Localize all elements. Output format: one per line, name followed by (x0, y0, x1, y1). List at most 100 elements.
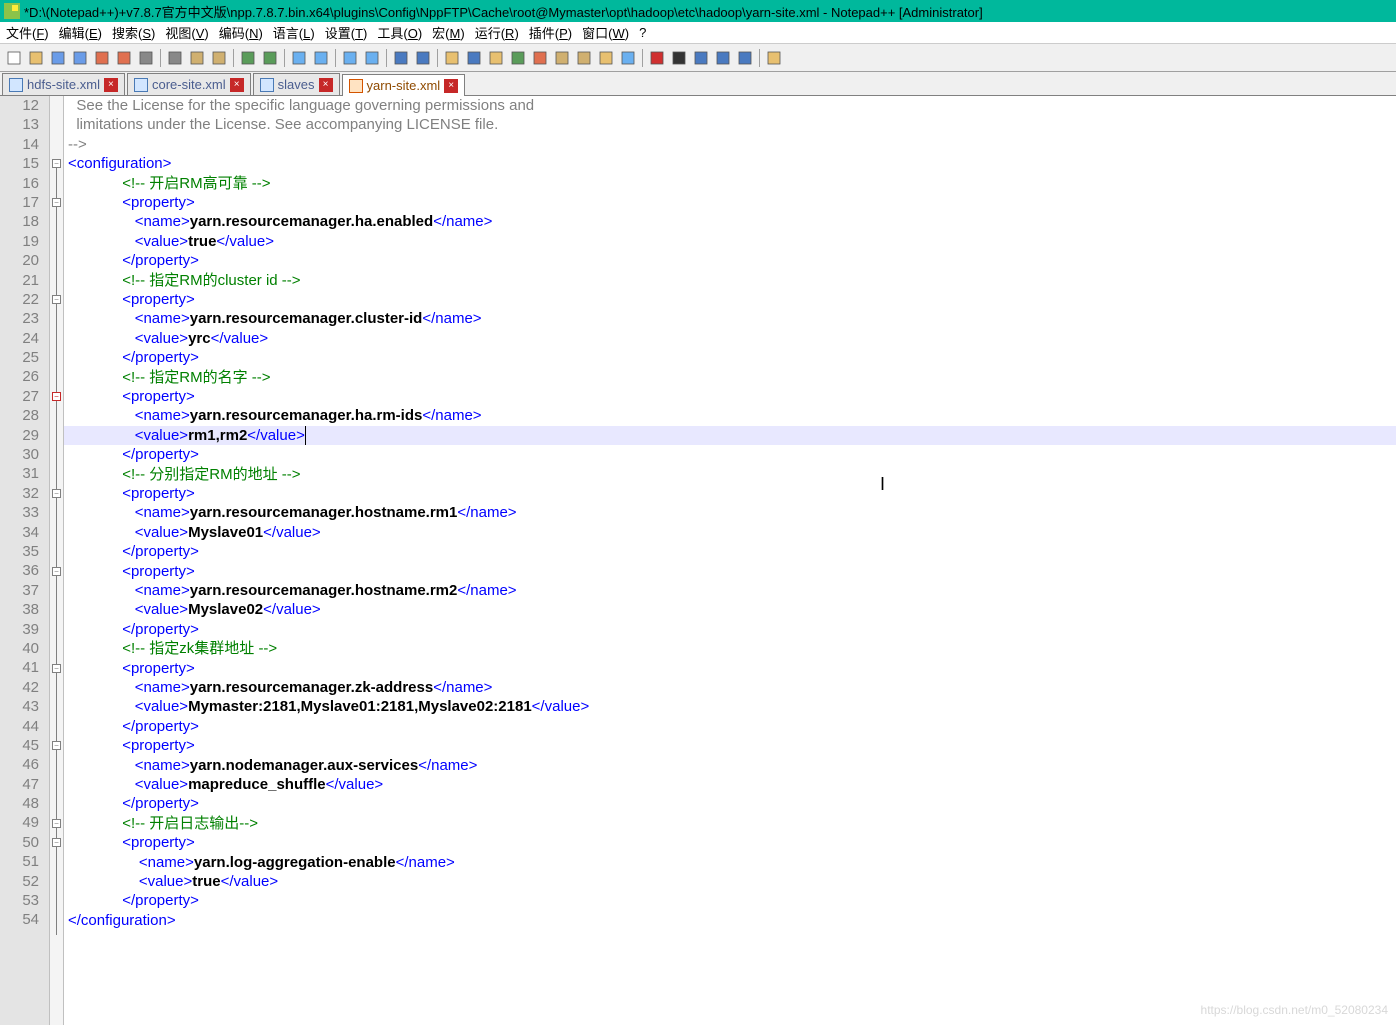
new-button[interactable] (4, 48, 24, 68)
fold-toggle[interactable]: − (52, 838, 61, 847)
code-line[interactable]: <name>yarn.resourcemanager.hostname.rm1<… (64, 503, 1396, 522)
code-line[interactable]: </property> (64, 445, 1396, 464)
menu-item[interactable]: 窗口(W) (582, 23, 629, 42)
code-line[interactable]: <value>mapreduce_shuffle</value> (64, 775, 1396, 794)
play-multi-button[interactable] (713, 48, 733, 68)
lang-button[interactable] (508, 48, 528, 68)
doc-list-button[interactable] (552, 48, 572, 68)
code-line[interactable]: </property> (64, 717, 1396, 736)
code-line[interactable]: <!-- 指定RM的cluster id --> (64, 271, 1396, 290)
close-button[interactable] (92, 48, 112, 68)
code-line[interactable]: <value>Myslave01</value> (64, 523, 1396, 542)
close-icon[interactable]: × (444, 79, 458, 93)
menu-item[interactable]: 语言(L) (273, 23, 315, 42)
code-line[interactable]: <name>yarn.nodemanager.aux-services</nam… (64, 756, 1396, 775)
close-icon[interactable]: × (230, 78, 244, 92)
code-line[interactable]: <!-- 开启日志输出--> (64, 814, 1396, 833)
undo-button[interactable] (238, 48, 258, 68)
fold-toggle[interactable]: − (52, 159, 61, 168)
doc-map-button[interactable] (530, 48, 550, 68)
replace-button[interactable] (311, 48, 331, 68)
code-line[interactable]: <property> (64, 736, 1396, 755)
code-line[interactable]: <property> (64, 484, 1396, 503)
code-line[interactable]: <value>yrc</value> (64, 329, 1396, 348)
menu-item[interactable]: 编码(N) (219, 23, 263, 42)
fold-toggle[interactable]: − (52, 295, 61, 304)
file-tab[interactable]: slaves× (253, 73, 340, 95)
redo-button[interactable] (260, 48, 280, 68)
fold-toggle[interactable]: − (52, 741, 61, 750)
show-all-button[interactable] (464, 48, 484, 68)
code-line[interactable]: </property> (64, 794, 1396, 813)
save-all-button[interactable] (70, 48, 90, 68)
fold-toggle[interactable]: − (52, 664, 61, 673)
code-line[interactable]: <value>true</value> (64, 872, 1396, 891)
menu-item[interactable]: 搜索(S) (112, 23, 155, 42)
code-line[interactable]: <value>true</value> (64, 232, 1396, 251)
fold-toggle[interactable]: − (52, 198, 61, 207)
code-line[interactable]: <property> (64, 193, 1396, 212)
code-line[interactable]: <value>rm1,rm2</value> (64, 426, 1396, 445)
code-line[interactable]: <name>yarn.resourcemanager.ha.rm-ids</na… (64, 406, 1396, 425)
code-line[interactable]: </property> (64, 891, 1396, 910)
zoom-in-button[interactable] (340, 48, 360, 68)
save-button[interactable] (48, 48, 68, 68)
menu-item[interactable]: 文件(F) (6, 23, 49, 42)
menu-item[interactable]: 设置(T) (325, 23, 368, 42)
code-line[interactable]: <property> (64, 562, 1396, 581)
code-line[interactable]: </property> (64, 348, 1396, 367)
code-line[interactable]: <value>Mymaster:2181,Myslave01:2181,Mysl… (64, 697, 1396, 716)
close-icon[interactable]: × (319, 78, 333, 92)
code-line[interactable]: <property> (64, 387, 1396, 406)
code-line[interactable]: <value>Myslave02</value> (64, 600, 1396, 619)
menu-item[interactable]: 工具(O) (377, 23, 422, 42)
find-button[interactable] (289, 48, 309, 68)
code-line[interactable]: <!-- 开启RM高可靠 --> (64, 174, 1396, 193)
open-button[interactable] (26, 48, 46, 68)
run-macro-button[interactable] (735, 48, 755, 68)
fold-toggle[interactable]: − (52, 392, 61, 401)
cut-button[interactable] (165, 48, 185, 68)
menu-item[interactable]: 宏(M) (432, 23, 465, 42)
menu-item[interactable]: 运行(R) (475, 23, 519, 42)
code-content[interactable]: See the License for the specific languag… (64, 96, 1396, 1025)
menu-item[interactable]: 编辑(E) (59, 23, 102, 42)
code-line[interactable]: --> (64, 135, 1396, 154)
file-tab[interactable]: yarn-site.xml× (342, 74, 466, 96)
code-line[interactable]: </property> (64, 251, 1396, 270)
sync-h-button[interactable] (413, 48, 433, 68)
func-list-button[interactable] (574, 48, 594, 68)
code-line[interactable]: <!-- 指定zk集群地址 --> (64, 639, 1396, 658)
zoom-out-button[interactable] (362, 48, 382, 68)
code-line[interactable]: <property> (64, 833, 1396, 852)
paste-button[interactable] (209, 48, 229, 68)
code-line[interactable]: <property> (64, 659, 1396, 678)
wrap-button[interactable] (442, 48, 462, 68)
record-button[interactable] (647, 48, 667, 68)
code-line[interactable]: <name>yarn.resourcemanager.ha.enabled</n… (64, 212, 1396, 231)
close-all-button[interactable] (114, 48, 134, 68)
code-line[interactable]: </configuration> (64, 911, 1396, 930)
menu-item[interactable]: 插件(P) (529, 23, 572, 42)
print-button[interactable] (136, 48, 156, 68)
code-line[interactable]: <configuration> (64, 154, 1396, 173)
file-tab[interactable]: hdfs-site.xml× (2, 73, 125, 95)
sync-v-button[interactable] (391, 48, 411, 68)
ftp-button[interactable] (764, 48, 784, 68)
monitor-button[interactable] (618, 48, 638, 68)
code-line[interactable]: See the License for the specific languag… (64, 96, 1396, 115)
indent-guide-button[interactable] (486, 48, 506, 68)
code-line[interactable]: <name>yarn.resourcemanager.hostname.rm2<… (64, 581, 1396, 600)
code-line[interactable]: <name>yarn.log-aggregation-enable</name> (64, 853, 1396, 872)
fold-toggle[interactable]: − (52, 819, 61, 828)
menu-item[interactable]: 视图(V) (165, 23, 208, 42)
copy-button[interactable] (187, 48, 207, 68)
code-line[interactable]: <property> (64, 290, 1396, 309)
fold-margin[interactable]: −−−−−−−−−− (50, 96, 64, 1025)
close-icon[interactable]: × (104, 78, 118, 92)
fold-toggle[interactable]: − (52, 567, 61, 576)
editor-area[interactable]: 1213141516171819202122232425262728293031… (0, 96, 1396, 1025)
code-line[interactable]: </property> (64, 620, 1396, 639)
play-button[interactable] (691, 48, 711, 68)
code-line[interactable]: <!-- 分别指定RM的地址 --> (64, 465, 1396, 484)
